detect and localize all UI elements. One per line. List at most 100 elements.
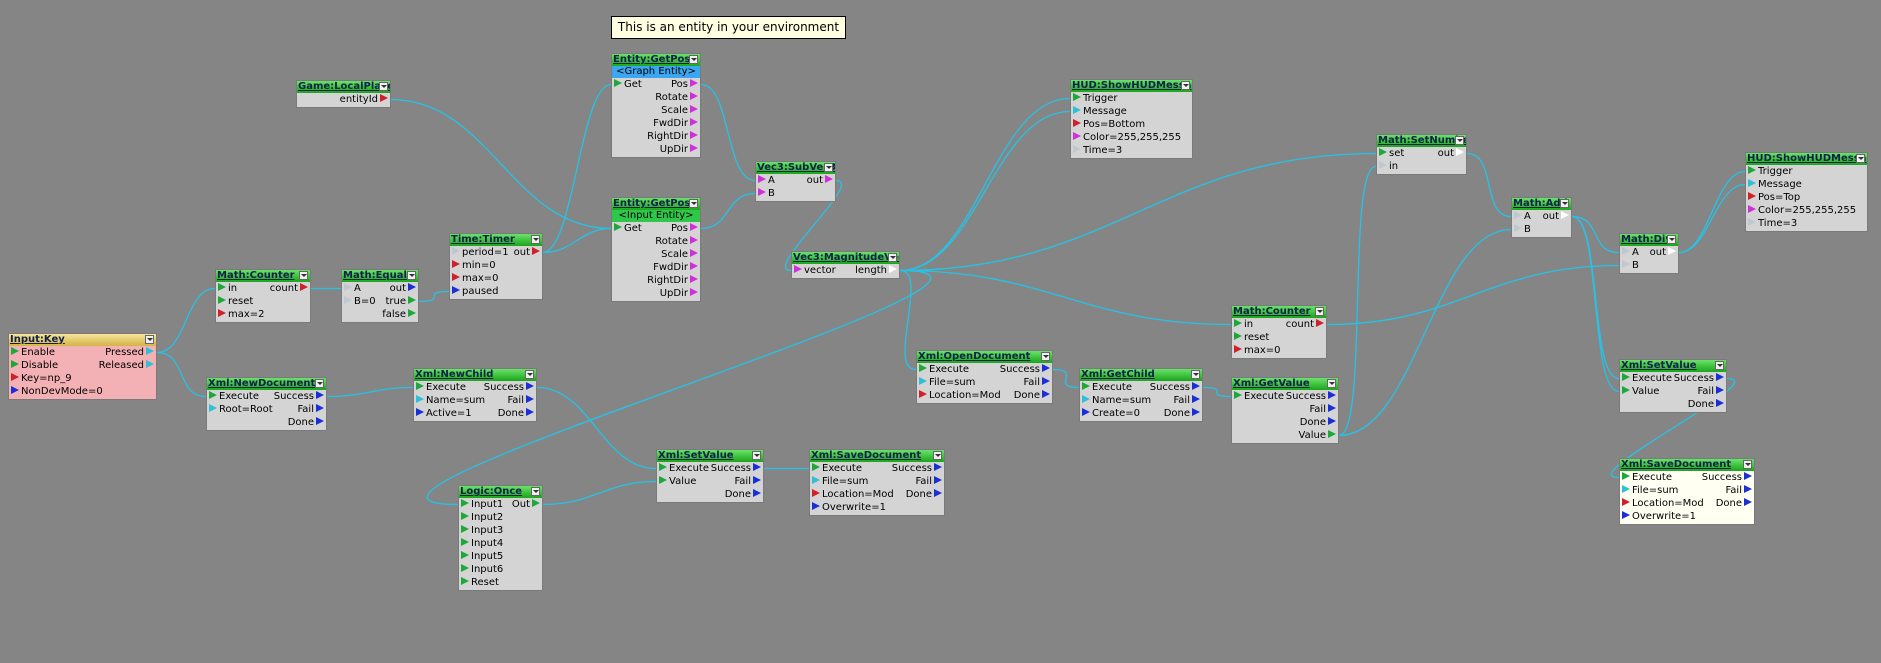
input-port[interactable]: Execute	[1622, 372, 1672, 385]
input-port[interactable]: Value	[659, 475, 696, 488]
collapse-icon[interactable]	[824, 163, 833, 172]
port-arrow-icon[interactable]	[1192, 382, 1200, 390]
input-port[interactable]: NonDevMode=0	[11, 385, 103, 398]
output-port[interactable]: Success	[274, 390, 324, 403]
output-port[interactable]: Done	[498, 407, 534, 420]
connection-wire[interactable]	[899, 152, 1377, 272]
output-port[interactable]: Done	[725, 488, 761, 501]
port-arrow-icon[interactable]	[753, 489, 761, 497]
port-arrow-icon[interactable]	[408, 296, 416, 304]
port-arrow-icon[interactable]	[300, 283, 308, 291]
input-port[interactable]: Create=0	[1082, 407, 1140, 420]
connection-wire[interactable]	[1338, 228, 1512, 437]
connection-wire[interactable]	[899, 269, 1232, 326]
output-port[interactable]: Success	[711, 462, 761, 475]
connection-wire[interactable]	[899, 110, 1071, 272]
port-arrow-icon[interactable]	[1622, 260, 1630, 268]
output-port[interactable]: Out	[512, 498, 540, 511]
input-port[interactable]: Active=1	[416, 407, 472, 420]
port-arrow-icon[interactable]	[690, 249, 698, 257]
port-arrow-icon[interactable]	[461, 564, 469, 572]
input-port[interactable]: Trigger	[1073, 92, 1118, 105]
output-port[interactable]: RightDir	[647, 274, 698, 287]
connection-wire[interactable]	[542, 83, 612, 254]
node-title[interactable]: Xml:OpenDocument	[917, 351, 1052, 363]
port-arrow-icon[interactable]	[758, 175, 766, 183]
input-port[interactable]: Overwrite=1	[1622, 510, 1696, 523]
node-title[interactable]: Vec3:SubVec3	[756, 162, 835, 174]
input-port[interactable]: B	[1514, 223, 1531, 236]
collapse-icon[interactable]	[1181, 81, 1190, 90]
port-arrow-icon[interactable]	[1328, 391, 1336, 399]
input-port[interactable]: Location=Mod	[1622, 497, 1704, 510]
comment-box[interactable]: This is an entity in your environment	[611, 16, 846, 39]
port-arrow-icon[interactable]	[316, 417, 324, 425]
connection-wire[interactable]	[536, 386, 657, 470]
port-arrow-icon[interactable]	[934, 476, 942, 484]
node-xml-setvalue-2[interactable]: Xml:SetValue Execute Success Value Fail Done	[1619, 359, 1727, 413]
port-arrow-icon[interactable]	[1622, 247, 1630, 255]
output-port[interactable]: Scale	[661, 104, 698, 117]
port-arrow-icon[interactable]	[934, 489, 942, 497]
connection-wire[interactable]	[1326, 264, 1620, 326]
port-arrow-icon[interactable]	[753, 476, 761, 484]
port-arrow-icon[interactable]	[1042, 390, 1050, 398]
connection-wire[interactable]	[418, 290, 450, 303]
node-math-counter-2[interactable]: Math:Counter in count reset max=0	[1231, 305, 1327, 359]
collapse-icon[interactable]	[299, 271, 308, 280]
input-port[interactable]: Execute	[1622, 471, 1672, 484]
node-title[interactable]: Vec3:MagnitudeVec3	[792, 252, 899, 264]
output-port[interactable]: Fail	[915, 475, 942, 488]
connection-wire[interactable]	[542, 227, 612, 254]
node-title[interactable]: Xml:GetChild	[1080, 369, 1202, 381]
collapse-icon[interactable]	[1041, 352, 1050, 361]
port-arrow-icon[interactable]	[344, 296, 352, 304]
input-port[interactable]: Pos=Top	[1748, 191, 1800, 204]
connection-wire[interactable]	[1052, 368, 1080, 389]
port-arrow-icon[interactable]	[659, 476, 667, 484]
port-arrow-icon[interactable]	[1748, 166, 1756, 174]
connection-wire[interactable]	[1202, 386, 1232, 398]
output-port[interactable]: Success	[1286, 390, 1336, 403]
input-port[interactable]: Get	[614, 78, 642, 91]
input-port[interactable]: Execute	[1082, 381, 1132, 394]
output-port[interactable]: Scale	[661, 248, 698, 261]
port-arrow-icon[interactable]	[1192, 408, 1200, 416]
collapse-icon[interactable]	[1560, 199, 1569, 208]
port-arrow-icon[interactable]	[1744, 472, 1752, 480]
port-arrow-icon[interactable]	[1073, 106, 1081, 114]
port-arrow-icon[interactable]	[452, 286, 460, 294]
output-port[interactable]: Fail	[1697, 385, 1724, 398]
port-arrow-icon[interactable]	[1622, 373, 1630, 381]
collapse-icon[interactable]	[145, 335, 154, 344]
input-port[interactable]: Input3	[461, 524, 503, 537]
port-arrow-icon[interactable]	[532, 247, 540, 255]
port-arrow-icon[interactable]	[408, 283, 416, 291]
port-arrow-icon[interactable]	[461, 577, 469, 585]
output-port[interactable]: Success	[892, 462, 942, 475]
collapse-icon[interactable]	[1715, 361, 1724, 370]
node-entity-getpos-graph[interactable]: Entity:GetPos <Graph Entity> Get Pos Rotate S…	[611, 53, 701, 158]
port-arrow-icon[interactable]	[452, 260, 460, 268]
collapse-icon[interactable]	[407, 271, 416, 280]
port-arrow-icon[interactable]	[408, 309, 416, 317]
input-port[interactable]: B=0	[344, 295, 376, 308]
collapse-icon[interactable]	[531, 235, 540, 244]
input-port[interactable]: Root=Root	[209, 403, 273, 416]
output-port[interactable]: Fail	[507, 394, 534, 407]
port-arrow-icon[interactable]	[218, 309, 226, 317]
output-port[interactable]: Done	[1014, 389, 1050, 402]
input-port[interactable]: B	[758, 187, 775, 200]
port-arrow-icon[interactable]	[812, 502, 820, 510]
output-port[interactable]: Rotate	[655, 91, 698, 104]
port-arrow-icon[interactable]	[1042, 364, 1050, 372]
node-title[interactable]: Math:Div	[1620, 234, 1678, 246]
entity-selector[interactable]: <Graph Entity>	[612, 66, 700, 78]
input-port[interactable]: max=0	[452, 272, 499, 285]
connection-wire[interactable]	[1571, 215, 1620, 393]
input-port[interactable]: Input6	[461, 563, 503, 576]
port-arrow-icon[interactable]	[1622, 485, 1630, 493]
port-arrow-icon[interactable]	[452, 273, 460, 281]
port-arrow-icon[interactable]	[344, 283, 352, 291]
input-port[interactable]: Key=np_9	[11, 372, 72, 385]
